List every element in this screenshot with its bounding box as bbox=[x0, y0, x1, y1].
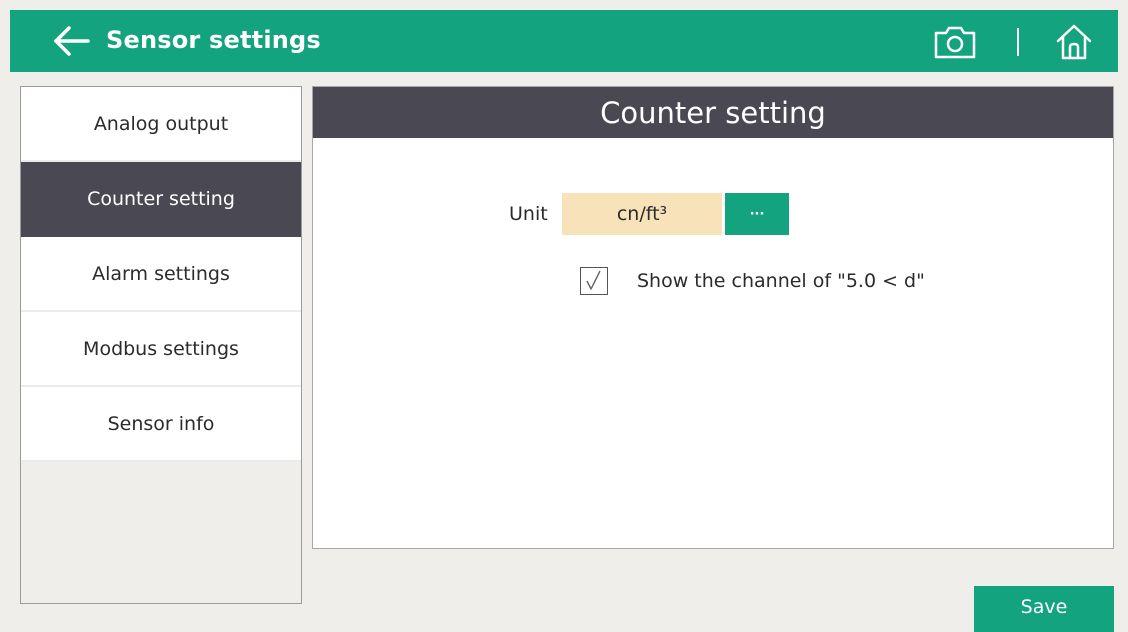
show-channel-label: Show the channel of "5.0 < d" bbox=[637, 270, 925, 292]
header-bar: Sensor settings bbox=[10, 10, 1118, 72]
more-icon: ··· bbox=[749, 206, 765, 222]
back-button[interactable] bbox=[52, 24, 92, 58]
page-title: Sensor settings bbox=[106, 26, 321, 54]
sidebar-item-modbus-settings[interactable]: Modbus settings bbox=[21, 312, 301, 387]
sidebar-item-label: Counter setting bbox=[87, 187, 235, 210]
sidebar-item-label: Modbus settings bbox=[83, 337, 239, 360]
checkmark-icon bbox=[586, 270, 601, 290]
sidebar-item-sensor-info[interactable]: Sensor info bbox=[21, 387, 301, 462]
sidebar: Analog output Counter setting Alarm sett… bbox=[20, 86, 302, 604]
save-button-label: Save bbox=[1020, 596, 1068, 618]
panel-title: Counter setting bbox=[313, 87, 1113, 138]
sidebar-item-counter-setting[interactable]: Counter setting bbox=[21, 162, 301, 237]
header-divider bbox=[1017, 28, 1019, 56]
show-channel-checkbox[interactable] bbox=[580, 267, 608, 295]
counter-setting-panel: Counter setting Unit cn/ft³ ··· Show the… bbox=[312, 86, 1114, 549]
home-icon bbox=[1056, 24, 1092, 60]
unit-select-button[interactable]: ··· bbox=[725, 193, 789, 235]
save-button[interactable]: Save bbox=[974, 586, 1114, 632]
arrow-left-icon bbox=[54, 26, 90, 56]
sidebar-item-label: Alarm settings bbox=[92, 262, 230, 285]
unit-label: Unit bbox=[509, 203, 548, 225]
home-button[interactable] bbox=[1054, 22, 1094, 62]
unit-value-field[interactable]: cn/ft³ bbox=[562, 193, 722, 235]
sidebar-item-label: Analog output bbox=[93, 112, 229, 135]
camera-icon bbox=[934, 26, 976, 59]
sidebar-item-alarm-settings[interactable]: Alarm settings bbox=[21, 237, 301, 312]
camera-button[interactable] bbox=[932, 23, 978, 61]
sidebar-item-analog-output[interactable]: Analog output bbox=[21, 87, 301, 162]
sidebar-item-label: Sensor info bbox=[107, 412, 215, 435]
